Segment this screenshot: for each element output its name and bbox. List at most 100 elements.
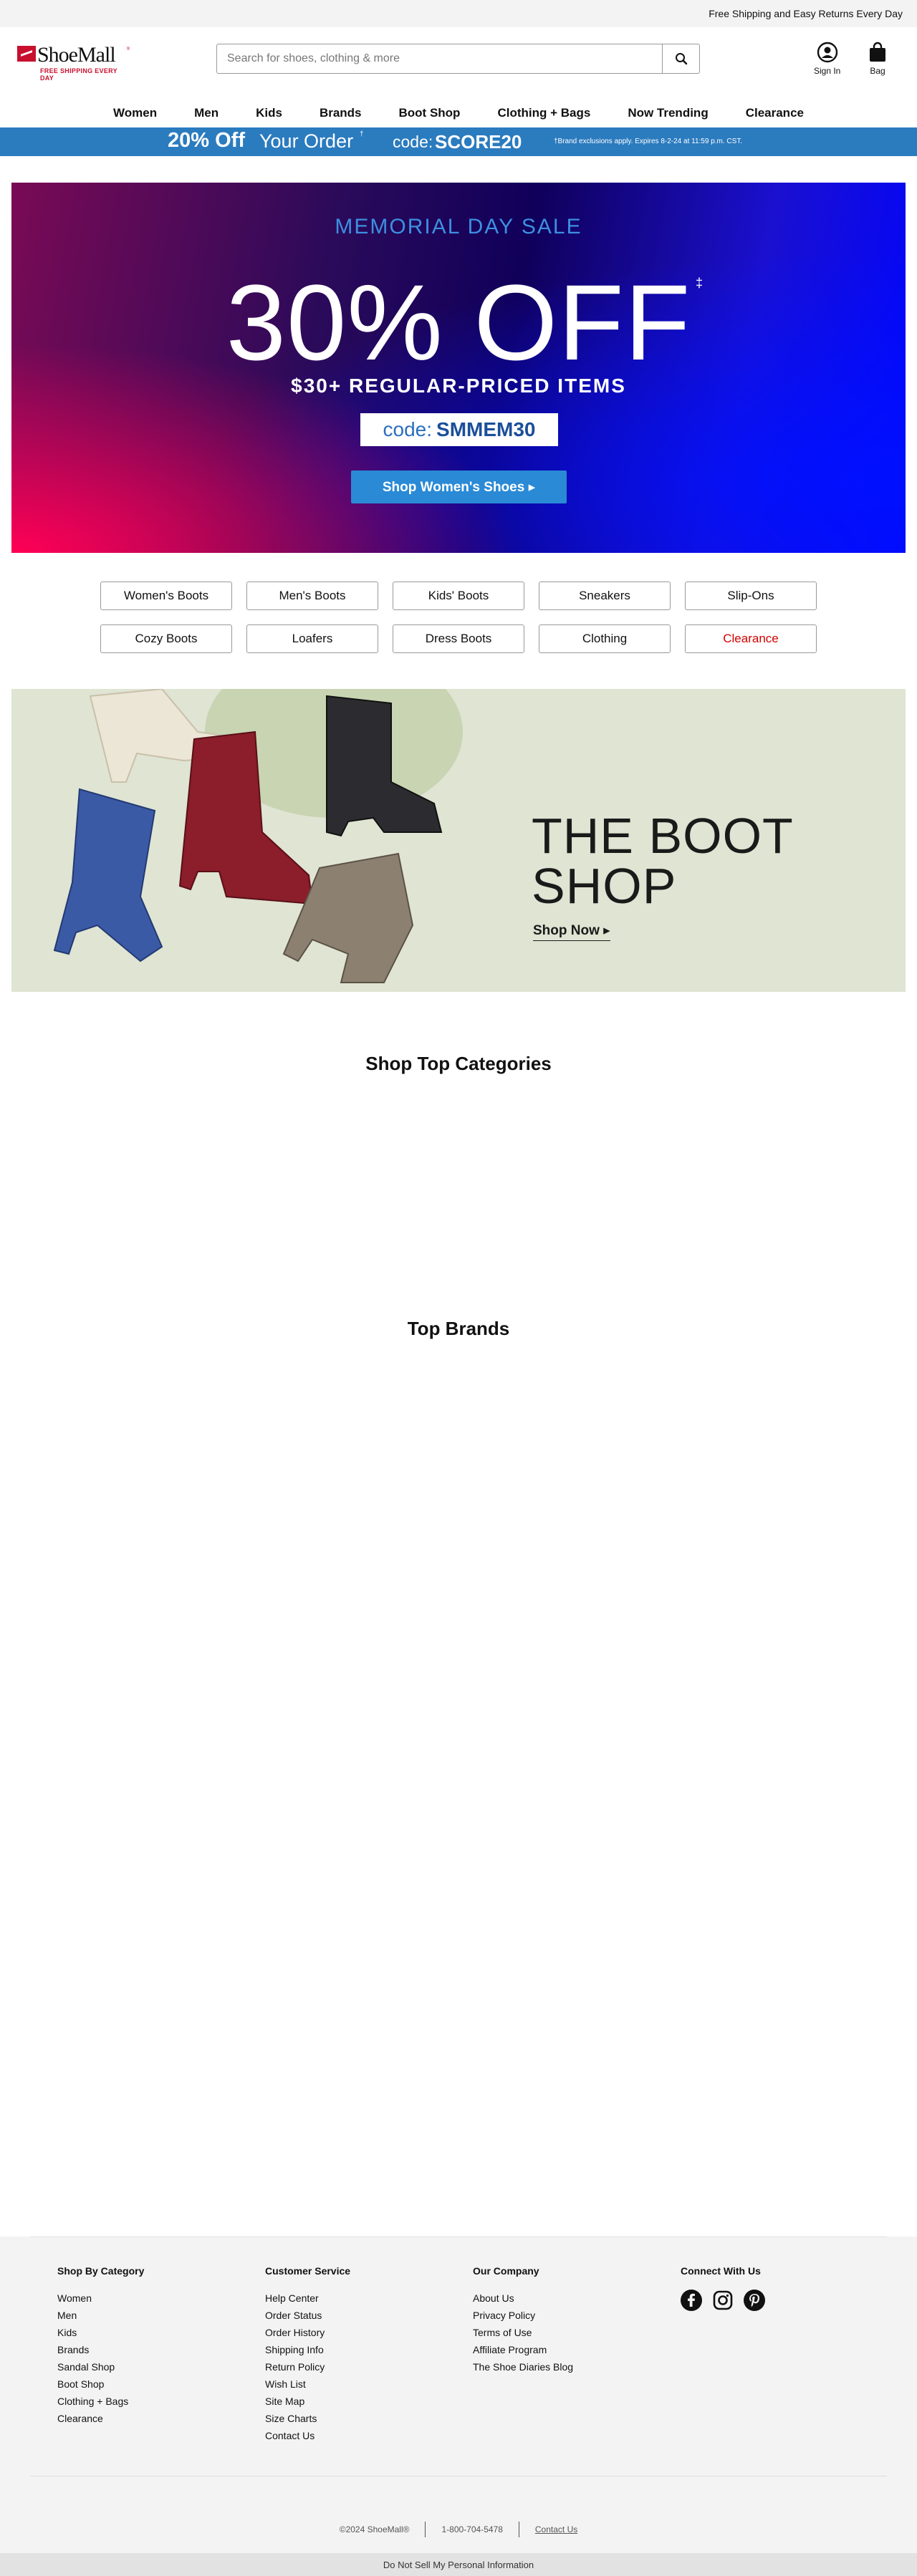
footer-link-about-us[interactable]: About Us [473, 2290, 573, 2307]
sign-in-label: Sign In [814, 66, 841, 76]
instagram-icon[interactable] [712, 2290, 734, 2311]
legal-divider [425, 2522, 426, 2537]
phone-number: 1-800-704-5478 [441, 2524, 503, 2534]
footer-column-title: Our Company [473, 2265, 539, 2277]
footer-link-sandal-shop[interactable]: Sandal Shop [57, 2358, 144, 2375]
main-nav: Women Men Kids Brands Boot Shop Clothing… [0, 99, 917, 127]
boots-illustration [53, 689, 443, 983]
category-button-mens-boots[interactable]: Men's Boots [246, 582, 378, 610]
logo-mark-icon [17, 46, 36, 62]
footer-link-help-center[interactable]: Help Center [265, 2290, 350, 2307]
footer-link-affiliate-program[interactable]: Affiliate Program [473, 2341, 573, 2358]
pinterest-icon[interactable] [744, 2290, 765, 2311]
search-bar [216, 44, 700, 74]
top-strip-text: Free Shipping and Easy Returns Every Day [709, 8, 903, 19]
hero-code-box: code: SMMEM30 [360, 413, 558, 446]
boot-shop-title-line1: THE BOOT [532, 808, 794, 864]
search-input[interactable] [217, 44, 662, 73]
user-icon [817, 42, 837, 63]
footer-link-boot-shop[interactable]: Boot Shop [57, 2375, 144, 2393]
promo-dagger: † [360, 130, 364, 138]
nav-item-brands[interactable]: Brands [301, 106, 380, 120]
nav-item-clothing-bags[interactable]: Clothing + Bags [479, 106, 609, 120]
category-button-clearance[interactable]: Clearance [685, 624, 817, 653]
footer-link-shoe-diaries-blog[interactable]: The Shoe Diaries Blog [473, 2358, 573, 2375]
blue-boot [53, 788, 163, 963]
search-button[interactable] [662, 44, 699, 73]
category-button-womens-boots[interactable]: Women's Boots [100, 582, 232, 610]
hero-code-label: code: [383, 418, 433, 440]
promo-band[interactable]: 20% Off Your Order † code: SCORE20 †Bran… [0, 127, 917, 156]
nav-item-clearance[interactable]: Clearance [727, 106, 822, 120]
footer-link-privacy-policy[interactable]: Privacy Policy [473, 2307, 573, 2324]
top-promo-strip: Free Shipping and Easy Returns Every Day [0, 0, 917, 27]
boot-shop-title: THE BOOT SHOP [532, 811, 794, 911]
site-header: ShoeMall ® FREE SHIPPING EVERY DAY Sign … [0, 27, 917, 99]
do-not-sell-link[interactable]: Do Not Sell My Personal Information [0, 2553, 917, 2576]
boot-shop-now-link[interactable]: Shop Now ▸ [533, 922, 610, 941]
footer-column-customer-service: Customer Service Help Center Order Statu… [265, 2265, 350, 2444]
facebook-icon[interactable] [681, 2290, 702, 2311]
nav-item-women[interactable]: Women [95, 106, 176, 120]
footer-link-clothing-bags[interactable]: Clothing + Bags [57, 2393, 144, 2410]
boot-shop-banner[interactable]: THE BOOT SHOP Shop Now ▸ [11, 689, 906, 992]
sign-in-link[interactable]: Sign In [814, 42, 840, 76]
footer-link-wish-list[interactable]: Wish List [265, 2375, 350, 2393]
category-button-slip-ons[interactable]: Slip-Ons [685, 582, 817, 610]
footer-column-shop-by-category: Shop By Category Women Men Kids Brands S… [57, 2265, 144, 2427]
nav-item-boot-shop[interactable]: Boot Shop [380, 106, 479, 120]
category-button-sneakers[interactable]: Sneakers [539, 582, 671, 610]
footer-link-brands[interactable]: Brands [57, 2341, 144, 2358]
logo-trademark: ® [126, 47, 130, 52]
footer-link-order-status[interactable]: Order Status [265, 2307, 350, 2324]
red-boot [178, 730, 314, 905]
promo-code-label: code: [393, 132, 433, 151]
promo-code: SCORE20 [435, 131, 522, 153]
footer-link-size-charts[interactable]: Size Charts [265, 2410, 350, 2427]
footer-link-kids[interactable]: Kids [57, 2324, 144, 2341]
footer-column-title: Customer Service [265, 2265, 351, 2277]
footer-link-site-map[interactable]: Site Map [265, 2393, 350, 2410]
top-categories-heading: Shop Top Categories [365, 1053, 552, 1074]
promo-headline-bold: 20% Off [168, 129, 245, 152]
footer-link-order-history[interactable]: Order History [265, 2324, 350, 2341]
category-button-grid: Women's Boots Men's Boots Kids' Boots Sn… [100, 582, 817, 653]
footer-link-contact-us[interactable]: Contact Us [265, 2427, 350, 2444]
hero-eyebrow: MEMORIAL DAY SALE [335, 215, 582, 238]
social-links [681, 2290, 765, 2311]
black-boot [326, 695, 443, 837]
hero-headline: 30% OFF [226, 262, 691, 382]
category-button-dress-boots[interactable]: Dress Boots [393, 624, 524, 653]
footer-link-shipping-info[interactable]: Shipping Info [265, 2341, 350, 2358]
hero-subhead: $30+ REGULAR-PRICED ITEMS [291, 375, 626, 397]
site-footer: Shop By Category Women Men Kids Brands S… [0, 2237, 917, 2576]
search-icon [675, 53, 687, 65]
shop-womens-shoes-button[interactable]: Shop Women's Shoes ▸ [351, 471, 567, 503]
bag-label: Bag [870, 66, 885, 76]
nav-item-kids[interactable]: Kids [237, 106, 301, 120]
category-button-clothing[interactable]: Clothing [539, 624, 671, 653]
footer-link-terms-of-use[interactable]: Terms of Use [473, 2324, 573, 2341]
boot-shop-title-line2: SHOP [532, 858, 677, 914]
nav-item-now-trending[interactable]: Now Trending [609, 106, 726, 120]
footer-column-connect: Connect With Us [681, 2265, 765, 2311]
footer-link-women[interactable]: Women [57, 2290, 144, 2307]
contact-us-link[interactable]: Contact Us [535, 2524, 577, 2534]
nav-item-men[interactable]: Men [176, 106, 237, 120]
footer-link-men[interactable]: Men [57, 2307, 144, 2324]
category-button-loafers[interactable]: Loafers [246, 624, 378, 653]
copyright-text: ©2024 ShoeMall® [339, 2524, 410, 2534]
category-button-kids-boots[interactable]: Kids' Boots [393, 582, 524, 610]
hero-dagger: ‡ [696, 276, 704, 290]
footer-link-clearance[interactable]: Clearance [57, 2410, 144, 2427]
logo-text: ShoeMall [37, 43, 116, 67]
bag-link[interactable]: Bag [868, 42, 887, 76]
footer-link-return-policy[interactable]: Return Policy [265, 2358, 350, 2375]
promo-headline-rest: Your Order [259, 130, 354, 152]
logo-tagline: FREE SHIPPING EVERY DAY [40, 67, 117, 82]
category-button-cozy-boots[interactable]: Cozy Boots [100, 624, 232, 653]
footer-column-our-company: Our Company About Us Privacy Policy Term… [473, 2265, 573, 2375]
memorial-day-hero[interactable]: MEMORIAL DAY SALE 30% OFF ‡ $30+ REGULAR… [11, 183, 906, 553]
bag-icon [870, 42, 885, 62]
shoemall-logo[interactable]: ShoeMall ® FREE SHIPPING EVERY DAY [17, 43, 132, 82]
